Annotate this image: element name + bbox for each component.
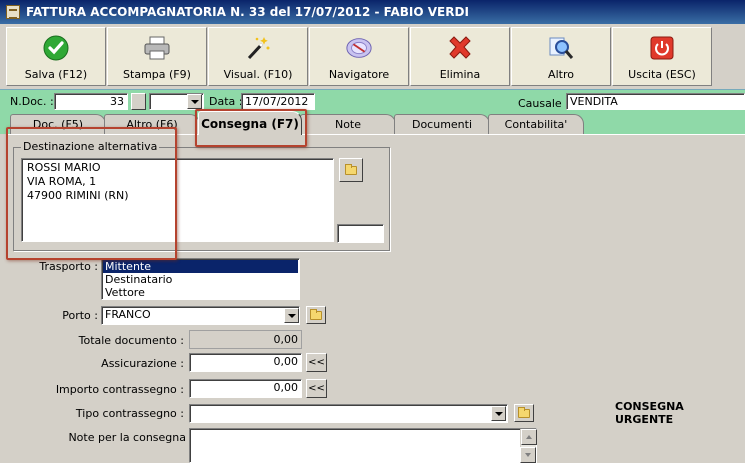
contrassegno-chevron-button[interactable]: << <box>306 379 327 398</box>
print-button-label: Stampa (F9) <box>123 68 191 81</box>
exit-button[interactable]: Uscita (ESC) <box>612 27 712 86</box>
note-consegna-label: Note per la consegna <box>68 431 186 444</box>
ndoc-suffix-button[interactable] <box>131 93 146 110</box>
compass-icon <box>345 34 373 62</box>
check-icon <box>42 34 70 62</box>
date-input[interactable]: 17/07/2012 <box>241 93 315 110</box>
magnifier-icon <box>547 34 575 62</box>
trasporto-option-vettore[interactable]: Vettore <box>103 286 298 299</box>
app-icon <box>6 5 20 19</box>
causale-label: Causale : <box>518 97 569 110</box>
delete-button-label: Elimina <box>439 68 481 81</box>
tipo-contrassegno-folder-icon[interactable] <box>514 404 534 422</box>
delete-icon <box>446 34 474 62</box>
destinazione-code-input[interactable] <box>337 224 384 243</box>
porto-dropdown-icon[interactable] <box>284 308 299 323</box>
tipo-contrassegno-label: Tipo contrassegno : <box>75 407 184 420</box>
highlight-consegna-tab <box>195 109 307 147</box>
consegna-urgente-label: CONSEGNA URGENTE <box>615 400 684 426</box>
navigator-button-label: Navigatore <box>328 68 390 81</box>
date-label: Data : <box>209 95 243 108</box>
tab-contabilita[interactable]: Contabilita' <box>488 114 584 134</box>
printer-icon <box>143 34 171 62</box>
preview-button[interactable]: Visual. (F10) <box>208 27 308 86</box>
tab-note[interactable]: Note <box>300 114 396 134</box>
window-title: FATTURA ACCOMPAGNATORIA N. 33 del 17/07/… <box>26 5 469 19</box>
assicurazione-chevron-button[interactable]: << <box>306 353 327 372</box>
trasporto-label: Trasporto : <box>39 260 98 273</box>
ndoc-label: N.Doc. : <box>10 95 54 108</box>
delete-button[interactable]: Elimina <box>410 27 510 86</box>
tab-documenti[interactable]: Documenti <box>394 114 490 134</box>
toolbar: Salva (F12) Stampa (F9) Visual. (F10) Na… <box>6 27 713 87</box>
scroll-down-arrow[interactable] <box>520 447 536 463</box>
contrassegno-input[interactable]: 0,00 <box>189 379 302 398</box>
folder-icon[interactable] <box>339 158 363 182</box>
other-button[interactable]: Altro <box>511 27 611 86</box>
assicurazione-input[interactable]: 0,00 <box>189 353 302 372</box>
title-bar: FATTURA ACCOMPAGNATORIA N. 33 del 17/07/… <box>0 0 745 24</box>
chevron-down-icon[interactable] <box>187 94 202 109</box>
chevron-up-icon[interactable] <box>521 429 537 445</box>
porto-folder-icon[interactable] <box>306 306 326 324</box>
tipo-contrassegno-select[interactable] <box>189 404 508 423</box>
preview-button-label: Visual. (F10) <box>223 68 293 81</box>
porto-label: Porto : <box>62 309 98 322</box>
power-icon <box>648 34 676 62</box>
trasporto-option-destinatario[interactable]: Destinatario <box>103 273 298 286</box>
trasporto-listbox[interactable]: Mittente Destinatario Vettore <box>101 258 300 300</box>
porto-select[interactable]: FRANCO <box>101 306 300 325</box>
note-consegna-textarea[interactable] <box>189 428 537 463</box>
assicurazione-label: Assicurazione : <box>101 357 184 370</box>
trasporto-option-mittente[interactable]: Mittente <box>103 260 298 273</box>
save-button[interactable]: Salva (F12) <box>6 27 106 86</box>
navigator-button[interactable]: Navigatore <box>309 27 409 86</box>
print-button[interactable]: Stampa (F9) <box>107 27 207 86</box>
other-button-label: Altro <box>548 68 574 81</box>
causale-input[interactable]: VENDITA <box>566 93 745 110</box>
save-button-label: Salva (F12) <box>24 68 88 81</box>
totale-value: 0,00 <box>189 330 302 349</box>
totale-label: Totale documento : <box>78 334 184 347</box>
exit-button-label: Uscita (ESC) <box>628 68 696 81</box>
magic-wand-icon <box>244 34 272 62</box>
highlight-destinazione <box>6 127 177 260</box>
tipo-contrassegno-dropdown-icon[interactable] <box>491 406 506 421</box>
contrassegno-label: Importo contrassegno : <box>55 383 184 396</box>
ndoc-input[interactable]: 33 <box>54 93 128 110</box>
